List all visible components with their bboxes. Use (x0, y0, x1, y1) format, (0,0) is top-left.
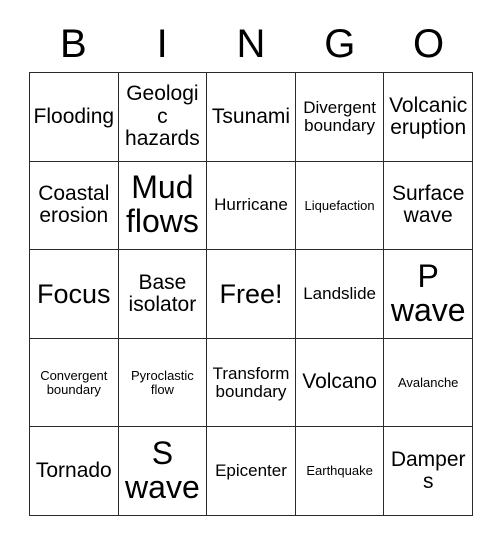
bingo-cell[interactable]: Landslide (295, 250, 385, 339)
bingo-cell-label: Tornado (35, 459, 112, 483)
bingo-cell-label: Liquefaction (304, 197, 375, 213)
bingo-cell[interactable]: Volcano (295, 338, 385, 428)
bingo-cell[interactable]: Focus (30, 250, 119, 339)
bingo-cell-label: Convergent boundary (40, 367, 108, 397)
bingo-cell[interactable]: Tornado (30, 427, 119, 516)
bingo-cell[interactable]: Geologic hazards (118, 73, 208, 162)
bingo-cell[interactable]: Base isolator (118, 250, 208, 339)
bingo-cell[interactable]: Avalanche (384, 338, 473, 428)
bingo-cell[interactable]: Surface wave (384, 161, 473, 251)
header-letter-n: N (236, 22, 266, 66)
bingo-cell-label: Base isolator (128, 270, 197, 316)
bingo-grid: Flooding Geologic hazards Tsunami Diverg… (29, 72, 473, 516)
bingo-cell[interactable]: S wave (118, 427, 208, 516)
bingo-cell-label: Focus (37, 278, 111, 309)
bingo-cell[interactable]: Convergent boundary (30, 338, 119, 428)
bingo-cell[interactable]: Mud flows (118, 161, 208, 251)
header-letter-o: O (413, 22, 445, 66)
bingo-cell-label: Coastal erosion (38, 182, 110, 228)
bingo-cell-label: Mud flows (125, 169, 199, 240)
bingo-cell[interactable]: Flooding (30, 73, 119, 162)
bingo-cell-label: S wave (125, 435, 200, 506)
bingo-cell-label: Earthquake (306, 463, 373, 479)
bingo-cell[interactable]: Hurricane (207, 161, 296, 251)
bingo-cell[interactable]: Epicenter (207, 427, 296, 516)
bingo-cell-label: Volcano (302, 370, 377, 394)
bingo-cell-label: Geologic hazards (125, 82, 200, 150)
bingo-cell-label: Divergent boundary (303, 97, 376, 135)
bingo-cell-label: Avalanche (397, 374, 459, 390)
bingo-cell[interactable]: P wave (384, 250, 473, 339)
bingo-card: B I N G O Flooding Geologic hazards Tsun… (0, 0, 500, 544)
bingo-cell[interactable]: Liquefaction (295, 161, 385, 251)
bingo-cell[interactable]: Earthquake (295, 427, 385, 516)
bingo-cell-label: Flooding (33, 104, 115, 128)
bingo-cell[interactable]: Pyroclastic flow (118, 338, 208, 428)
bingo-cell[interactable]: Volcanic eruption (384, 73, 473, 162)
bingo-cell[interactable]: Tsunami (207, 73, 296, 162)
bingo-cell[interactable]: Coastal erosion (30, 161, 119, 251)
header-letter-g: G (324, 22, 356, 66)
bingo-cell-label: Landslide (303, 283, 376, 303)
bingo-cell-label: Surface wave (392, 182, 465, 228)
header-letter-i: I (156, 22, 168, 66)
bingo-cell-label: Tsunami (211, 104, 291, 128)
bingo-cell-label: Volcanic eruption (389, 93, 468, 139)
bingo-free-label: Free! (219, 278, 283, 309)
bingo-cell[interactable]: Transform boundary (207, 338, 296, 428)
bingo-cell[interactable]: Dampers (384, 427, 473, 516)
bingo-cell-label: Transform boundary (212, 363, 290, 401)
bingo-cell-label: Pyroclastic flow (130, 367, 194, 397)
bingo-cell-label: Dampers (390, 447, 466, 494)
bingo-cell-label: Epicenter (215, 461, 287, 481)
bingo-cell-label: Hurricane (214, 195, 288, 215)
bingo-header: B I N G O (29, 18, 473, 70)
bingo-free-cell[interactable]: Free! (207, 250, 296, 339)
bingo-cell-label: P wave (390, 258, 466, 328)
header-letter-b: B (60, 22, 87, 66)
bingo-cell[interactable]: Divergent boundary (295, 73, 385, 162)
